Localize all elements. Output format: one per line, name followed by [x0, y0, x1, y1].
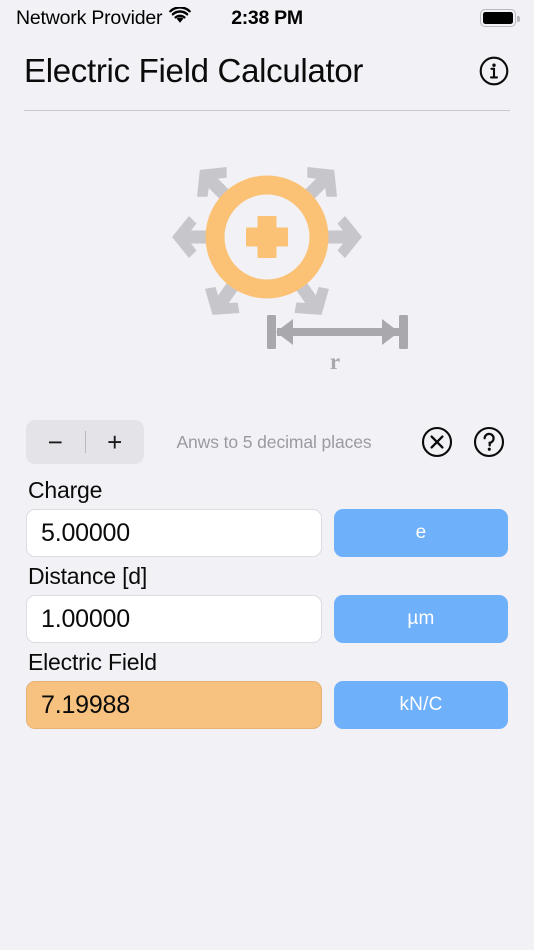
charge-unit-button[interactable]: e: [334, 509, 508, 557]
help-circle-question-icon[interactable]: [470, 423, 508, 461]
distance-label-text: Distance [d]: [28, 563, 148, 589]
page-title: Electric Field Calculator: [24, 52, 364, 89]
calculator-fields: Charge 5.00000 e Distance [d] 1.00000 µm…: [0, 477, 534, 729]
charge-label: Charge: [28, 477, 103, 503]
increase-decimals-button[interactable]: +: [86, 420, 145, 464]
app-header: Electric Field Calculator: [0, 36, 534, 100]
info-circle-icon[interactable]: [476, 53, 512, 89]
distance-row: 1.00000 µm: [26, 595, 508, 643]
distance-unit-button[interactable]: µm: [334, 595, 508, 643]
distance-dimension-line: [267, 315, 408, 349]
status-bar-right: [480, 9, 520, 27]
field-group-charge: Charge 5.00000 e: [26, 477, 508, 557]
decrease-decimals-button[interactable]: −: [26, 420, 85, 464]
decimal-places-stepper[interactable]: − +: [26, 420, 144, 464]
electric-field-result[interactable]: 7.19988: [26, 681, 322, 729]
distance-label: r: [330, 349, 340, 374]
wifi-icon: [169, 5, 192, 30]
status-bar-left: Network Provider: [16, 5, 192, 30]
electric-field-label: Electric Field: [28, 649, 157, 675]
distance-input[interactable]: 1.00000: [26, 595, 322, 643]
precision-hint-label: Anws to 5 decimal places: [176, 431, 372, 452]
clear-circle-x-icon[interactable]: [418, 423, 456, 461]
charge-input[interactable]: 5.00000: [26, 509, 322, 557]
field-group-distance: Distance [d] 1.00000 µm: [26, 563, 508, 643]
charge-row: 5.00000 e: [26, 509, 508, 557]
carrier-label: Network Provider: [16, 6, 163, 29]
precision-toolbar: − + Anws to 5 decimal places: [0, 413, 534, 471]
app-screen: Network Provider 2:38 PM Electric Field …: [0, 0, 534, 950]
field-group-electric-field: Electric Field 7.19988 kN/C: [26, 649, 508, 729]
battery-level-fill: [482, 11, 514, 25]
positive-charge-icon: [205, 175, 329, 299]
battery-full-icon: [480, 9, 520, 27]
point-charge-field-diagram: r: [0, 111, 534, 391]
electric-field-unit-button[interactable]: kN/C: [334, 681, 508, 729]
electric-field-row: 7.19988 kN/C: [26, 681, 508, 729]
status-bar: Network Provider 2:38 PM: [0, 0, 534, 36]
